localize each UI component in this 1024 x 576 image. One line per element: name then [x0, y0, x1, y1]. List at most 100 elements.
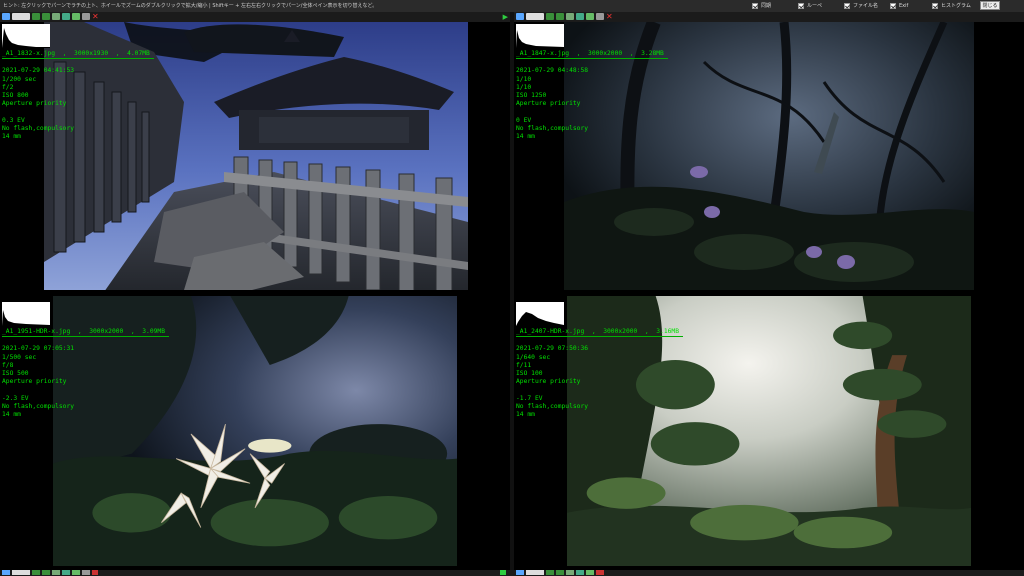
hint-text: ヒント: 左クリックでパーンでラチの上ト、ホイールでズームのダブルクリックで拡大…	[3, 3, 378, 9]
checkbox-histogram[interactable]: ヒストグラム	[932, 2, 971, 10]
checkbox-label: ファイル名	[853, 3, 879, 9]
checkbox-icon[interactable]	[752, 3, 758, 9]
image-pane-4[interactable]: _A1_2407-HDR-x.jpg , 3000x2000 , 3.16MB …	[514, 290, 1024, 570]
exif-ev: -2.3 EV	[2, 394, 29, 402]
close-icon[interactable]	[596, 570, 604, 575]
checkbox-label: ヒストグラム	[941, 3, 971, 9]
fit-icon[interactable]	[2, 570, 10, 575]
exif-ev: 0.3 EV	[2, 116, 25, 124]
checkbox-label: 同期	[761, 3, 772, 9]
exif-aperture: f/8	[2, 361, 14, 369]
arrow-right-icon[interactable]: ▶	[503, 12, 508, 22]
checkbox-filename[interactable]: ファイル名	[844, 2, 878, 10]
pane-toolbar: ✕ ▶	[0, 12, 510, 22]
checkbox-label: Exif	[899, 3, 909, 9]
exif-shutter: 1/10	[516, 75, 532, 83]
exif-focal: 14 mm	[516, 133, 535, 141]
exif-focal: 14 mm	[2, 411, 21, 419]
exif-date: 2021-07-29 04:41:53	[2, 67, 75, 75]
info-icon[interactable]	[586, 13, 594, 20]
top-toolbar: ヒント: 左クリックでパーンでラチの上ト、ホイールでズームのダブルクリックで拡大…	[0, 0, 1024, 12]
next-icon[interactable]	[42, 570, 50, 575]
exif-mode: Aperture priority	[516, 100, 581, 108]
file-info: _A1_1832-x.jpg , 3000x1930 , 4.07MB	[2, 50, 154, 60]
exif-ev: 0 EV	[516, 116, 532, 124]
file-info: _A1_1951-HDR-x.jpg , 3000x2000 , 3.09MB	[2, 328, 170, 338]
fit-icon[interactable]	[516, 570, 524, 575]
checkbox-label: ルーペ	[807, 3, 823, 9]
checkbox-icon[interactable]	[890, 3, 896, 9]
exif-info: _A1_1832-x.jpg , 3000x1930 , 4.07MB 2021…	[2, 50, 154, 141]
prev-icon[interactable]	[32, 13, 40, 20]
rotate-icon[interactable]	[576, 13, 584, 20]
settings-icon[interactable]	[82, 570, 90, 575]
pane-toolbar: ✕	[514, 12, 1024, 22]
rotate-icon[interactable]	[62, 13, 70, 20]
exif-mode: Aperture priority	[2, 378, 67, 386]
exif-aperture: 1/10	[516, 83, 532, 91]
settings-icon[interactable]	[82, 13, 90, 20]
image-pane-1[interactable]: ✕ ▶ _A1_1832-x.jpg , 3000x1930 , 4.07MB …	[0, 12, 510, 292]
exif-date: 2021-07-29 07:05:31	[2, 345, 75, 353]
close-icon[interactable]: ✕	[92, 13, 99, 21]
fit-icon[interactable]	[516, 13, 524, 20]
arrow-right-icon[interactable]	[500, 570, 506, 575]
exif-aperture: f/11	[516, 361, 532, 369]
image-pane-3[interactable]: _A1_1951-HDR-x.jpg , 3000x2000 , 3.09MB …	[0, 290, 510, 570]
info-icon[interactable]	[72, 13, 80, 20]
close-icon[interactable]: ✕	[606, 13, 613, 21]
exif-ev: -1.7 EV	[516, 394, 543, 402]
checkbox-loupe[interactable]: ルーペ	[798, 2, 822, 10]
close-icon[interactable]	[92, 570, 98, 575]
exif-iso: ISO 500	[2, 370, 29, 378]
exif-info: _A1_1951-HDR-x.jpg , 3000x2000 , 3.09MB …	[2, 328, 170, 419]
exif-shutter: 1/200 sec	[2, 75, 37, 83]
exif-flash: No flash,compulsory	[516, 402, 589, 410]
histogram	[2, 302, 50, 326]
exif-aperture: f/2	[2, 83, 14, 91]
exif-flash: No flash,compulsory	[2, 402, 75, 410]
rotate-icon[interactable]	[576, 570, 584, 575]
next-icon[interactable]	[42, 13, 50, 20]
exif-focal: 14 mm	[516, 411, 535, 419]
exif-info: _A1_1847-x.jpg , 3000x2000 , 3.28MB 2021…	[516, 50, 668, 141]
info-icon[interactable]	[586, 570, 594, 575]
checkbox-exif[interactable]: Exif	[890, 2, 908, 10]
prev-icon[interactable]	[546, 570, 554, 575]
histogram	[516, 302, 564, 326]
grid-icon[interactable]	[52, 570, 60, 575]
rotate-icon[interactable]	[62, 570, 70, 575]
grid-icon[interactable]	[566, 570, 574, 575]
zoom-field[interactable]	[12, 570, 30, 575]
exif-mode: Aperture priority	[2, 100, 67, 108]
exif-mode: Aperture priority	[516, 378, 581, 386]
checkbox-sync[interactable]: 同期	[752, 2, 771, 10]
grid-icon[interactable]	[52, 13, 60, 20]
exif-iso: ISO 800	[2, 92, 29, 100]
info-icon[interactable]	[72, 570, 80, 575]
bottom-toolbar	[0, 570, 1024, 576]
exif-iso: ISO 1250	[516, 92, 547, 100]
exif-flash: No flash,compulsory	[2, 124, 75, 132]
exif-flash: No flash,compulsory	[516, 124, 589, 132]
exif-focal: 14 mm	[2, 133, 21, 141]
exif-date: 2021-07-29 04:48:58	[516, 67, 589, 75]
checkbox-icon[interactable]	[932, 3, 938, 9]
grid-icon[interactable]	[566, 13, 574, 20]
fit-icon[interactable]	[2, 13, 10, 20]
close-button[interactable]: 閉じる	[980, 1, 1000, 10]
prev-icon[interactable]	[546, 13, 554, 20]
next-icon[interactable]	[556, 13, 564, 20]
exif-shutter: 1/640 sec	[516, 353, 551, 361]
zoom-field[interactable]	[12, 13, 30, 20]
next-icon[interactable]	[556, 570, 564, 575]
checkbox-icon[interactable]	[798, 3, 804, 9]
zoom-field[interactable]	[526, 570, 544, 575]
exif-date: 2021-07-29 07:50:36	[516, 345, 589, 353]
exif-iso: ISO 100	[516, 370, 543, 378]
prev-icon[interactable]	[32, 570, 40, 575]
zoom-field[interactable]	[526, 13, 544, 20]
checkbox-icon[interactable]	[844, 3, 850, 9]
settings-icon[interactable]	[596, 13, 604, 20]
image-pane-2[interactable]: ✕ _A1_1847-x.jpg , 3000x2000 , 3.28MB 20…	[514, 12, 1024, 292]
